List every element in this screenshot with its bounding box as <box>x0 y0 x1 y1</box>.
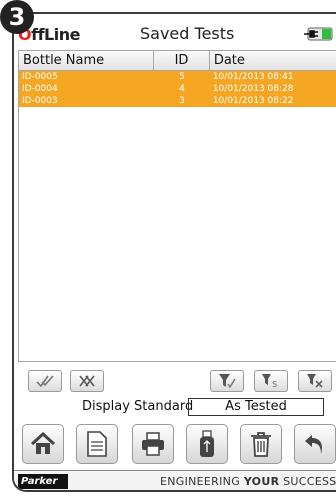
saved-tests-table: Bottle Name ID Date ID-0005 5 10/01/2013… <box>18 50 336 362</box>
column-header-date[interactable]: Date <box>210 51 336 70</box>
cell-id: 5 <box>179 72 185 82</box>
filter-button[interactable] <box>210 370 244 392</box>
cell-date: 10/01/2013 08:41 <box>212 72 294 82</box>
cell-id: 4 <box>179 84 185 94</box>
parker-logo: Parker <box>18 474 68 489</box>
cell-bottle-name: ID-0005 <box>22 72 58 82</box>
filter-remove-button[interactable] <box>298 370 332 392</box>
table-row[interactable]: ID-0004 4 10/01/2013 08:28 <box>19 83 336 95</box>
column-header-bottle-name[interactable]: Bottle Name <box>19 51 155 70</box>
usb-icon <box>200 430 214 457</box>
header: OffLine Saved Tests <box>14 14 336 48</box>
footer: Parker ENGINEERING YOUR SUCCESS <box>14 470 336 490</box>
delete-button[interactable] <box>240 424 282 464</box>
svg-text:S: S <box>272 380 277 389</box>
display-standard-label: Display Standard <box>82 399 194 414</box>
filter-remove-icon <box>307 374 323 388</box>
home-icon <box>30 432 56 454</box>
screen-title: Saved Tests <box>140 24 235 43</box>
report-button[interactable] <box>76 424 118 464</box>
deselect-all-icon <box>79 375 95 387</box>
select-all-button[interactable] <box>28 370 62 392</box>
print-button[interactable] <box>132 424 174 464</box>
step-number-badge: 3 <box>0 0 34 34</box>
deselect-all-button[interactable] <box>70 370 104 392</box>
column-header-id[interactable]: ID <box>154 51 210 70</box>
plug-battery-icon <box>304 27 333 41</box>
cell-bottle-name: ID-0004 <box>22 84 58 94</box>
display-standard-select[interactable]: As Tested <box>188 398 324 416</box>
trash-icon <box>251 432 271 457</box>
table-header: Bottle Name ID Date <box>19 51 336 71</box>
select-all-icon <box>36 375 54 388</box>
back-button[interactable] <box>294 424 336 464</box>
cell-bottle-name: ID-0003 <box>22 96 58 106</box>
cell-date: 10/01/2013 08:22 <box>212 96 294 106</box>
print-icon <box>142 432 164 456</box>
footer-tagline: ENGINEERING YOUR SUCCESS <box>160 475 336 488</box>
filter-icon <box>219 374 236 389</box>
cell-id: 3 <box>179 96 185 106</box>
usb-export-button[interactable] <box>186 424 228 464</box>
back-icon <box>305 435 322 454</box>
filter-clear-icon: S <box>262 374 277 389</box>
filter-clear-button[interactable]: S <box>254 370 288 392</box>
cell-date: 10/01/2013 08:28 <box>212 84 294 94</box>
table-row[interactable]: ID-0005 5 10/01/2013 08:41 <box>19 71 336 83</box>
home-button[interactable] <box>22 424 64 464</box>
document-icon <box>87 431 107 457</box>
device-screen: OffLine Saved Tests Bottle Name ID Date … <box>12 12 336 492</box>
table-row[interactable]: ID-0003 3 10/01/2013 08:22 <box>19 95 336 107</box>
